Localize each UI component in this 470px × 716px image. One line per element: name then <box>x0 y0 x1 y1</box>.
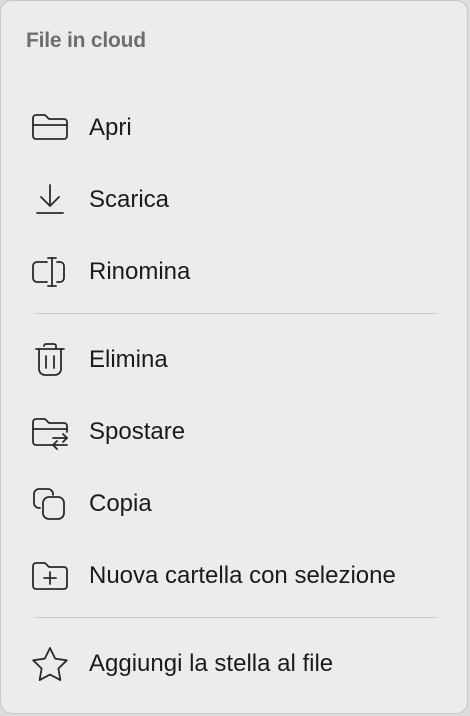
menu-item-label: Aggiungi la stella al file <box>89 650 334 677</box>
menu-item-label: Rinomina <box>89 258 191 285</box>
menu-item-new-folder-with-selection[interactable]: Nuova cartella con selezione <box>5 544 463 608</box>
context-menu: File in cloud Apri Scarica Rinomina Elim… <box>0 0 468 714</box>
menu-item-label: Apri <box>89 114 132 141</box>
menu-item-download[interactable]: Scarica <box>5 168 463 232</box>
menu-separator <box>35 313 437 314</box>
menu-header: File in cloud <box>26 29 146 52</box>
menu-item-move[interactable]: Spostare <box>5 400 463 464</box>
menu-item-rename[interactable]: Rinomina <box>5 240 463 304</box>
rename-icon <box>29 252 71 292</box>
menu-item-label: Spostare <box>89 418 186 445</box>
star-icon <box>29 644 71 684</box>
move-folder-icon <box>29 412 71 452</box>
menu-item-copy[interactable]: Copia <box>5 472 463 536</box>
menu-item-label: Nuova cartella con selezione <box>89 562 396 589</box>
menu-item-label: Scarica <box>89 186 170 213</box>
trash-icon <box>29 340 71 380</box>
menu-item-label: Elimina <box>89 346 168 373</box>
copy-icon <box>29 484 71 524</box>
folder-open-icon <box>29 108 71 148</box>
menu-item-open[interactable]: Apri <box>5 96 463 160</box>
menu-separator <box>35 617 437 618</box>
menu-item-add-star[interactable]: Aggiungi la stella al file <box>5 632 463 696</box>
menu-item-label: Copia <box>89 490 152 517</box>
download-icon <box>29 180 71 220</box>
new-folder-icon <box>29 556 71 596</box>
menu-item-delete[interactable]: Elimina <box>5 328 463 392</box>
